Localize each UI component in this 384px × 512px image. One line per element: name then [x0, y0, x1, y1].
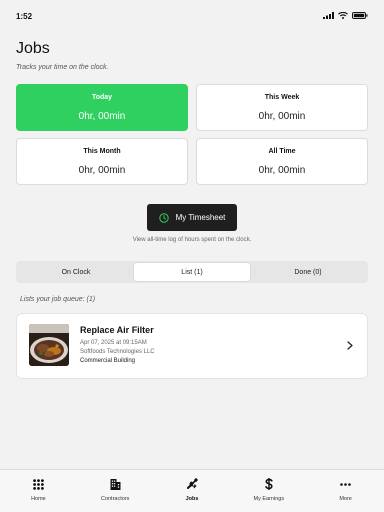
bottom-tab-bar: Home Contractors Jobs My Earnings More	[0, 469, 384, 512]
wifi-icon	[338, 12, 348, 19]
stats-grid: Today 0hr, 00min This Week 0hr, 00min Th…	[16, 84, 368, 185]
job-info: Replace Air Filter Apr 07, 2025 at 09:15…	[80, 325, 155, 364]
tab-done[interactable]: Done (0)	[250, 263, 366, 281]
job-status-tabs: On Clock List (1) Done (0)	[16, 261, 368, 283]
tab-label: Contractors	[100, 496, 130, 502]
header: Jobs Tracks your time on the clock.	[16, 40, 108, 71]
stat-card-today[interactable]: Today 0hr, 00min	[16, 84, 188, 131]
tab-contractors[interactable]: Contractors	[77, 470, 154, 512]
building-icon	[110, 479, 121, 490]
tab-label: More	[339, 496, 352, 502]
tab-jobs[interactable]: Jobs	[154, 470, 231, 512]
stat-label: Today	[91, 93, 113, 101]
food-photo-icon	[29, 324, 69, 366]
battery-icon	[352, 12, 368, 19]
job-thumbnail	[29, 324, 69, 366]
tab-home[interactable]: Home	[0, 470, 77, 512]
tab-on-clock[interactable]: On Clock	[18, 263, 134, 281]
status-icons	[323, 12, 368, 19]
tab-label: Jobs	[185, 496, 199, 502]
stat-card-all-time[interactable]: All Time 0hr, 00min	[196, 138, 368, 185]
status-bar: 1:52	[0, 0, 384, 34]
stat-label: This Month	[83, 147, 121, 155]
page-title: Jobs	[16, 40, 50, 57]
stat-label: All Time	[268, 147, 296, 155]
job-type: Commercial Building	[80, 358, 136, 364]
status-time: 1:52	[16, 12, 33, 21]
tab-more[interactable]: More	[307, 470, 384, 512]
stat-label: This Week	[264, 93, 300, 101]
page-subtitle: Tracks your time on the clock.	[16, 64, 109, 71]
job-title: Replace Air Filter	[80, 325, 154, 335]
stat-card-this-month[interactable]: This Month 0hr, 00min	[16, 138, 188, 185]
stat-value: 0hr, 00min	[78, 110, 126, 122]
signal-icon	[323, 12, 334, 19]
tab-list[interactable]: List (1)	[134, 263, 250, 281]
job-card[interactable]: Replace Air Filter Apr 07, 2025 at 09:15…	[16, 313, 368, 379]
chevron-right-icon	[347, 341, 353, 350]
tools-icon	[186, 478, 198, 489]
stat-value: 0hr, 00min	[258, 110, 306, 122]
queue-label: Lists your job queue: (1)	[20, 296, 96, 303]
more-dots-icon	[340, 482, 351, 486]
clock-icon	[158, 212, 169, 223]
my-timesheet-button[interactable]: My Timesheet	[147, 204, 237, 231]
grid-icon	[33, 478, 44, 490]
tab-my-earnings[interactable]: My Earnings	[230, 470, 307, 512]
stat-value: 0hr, 00min	[258, 164, 306, 176]
stat-card-this-week[interactable]: This Week 0hr, 00min	[196, 84, 368, 131]
job-company: Softfoods Technologies LLC	[80, 349, 155, 355]
job-date: Apr 07, 2025 at 09:15AM	[80, 340, 147, 346]
tab-label: My Earnings	[253, 496, 285, 502]
dollar-icon	[264, 478, 273, 490]
stat-value: 0hr, 00min	[78, 164, 126, 176]
tab-label: Home	[31, 496, 46, 502]
timesheet-caption: View all-time log of hours spent on the …	[132, 237, 252, 243]
my-timesheet-label: My Timesheet	[175, 213, 226, 222]
